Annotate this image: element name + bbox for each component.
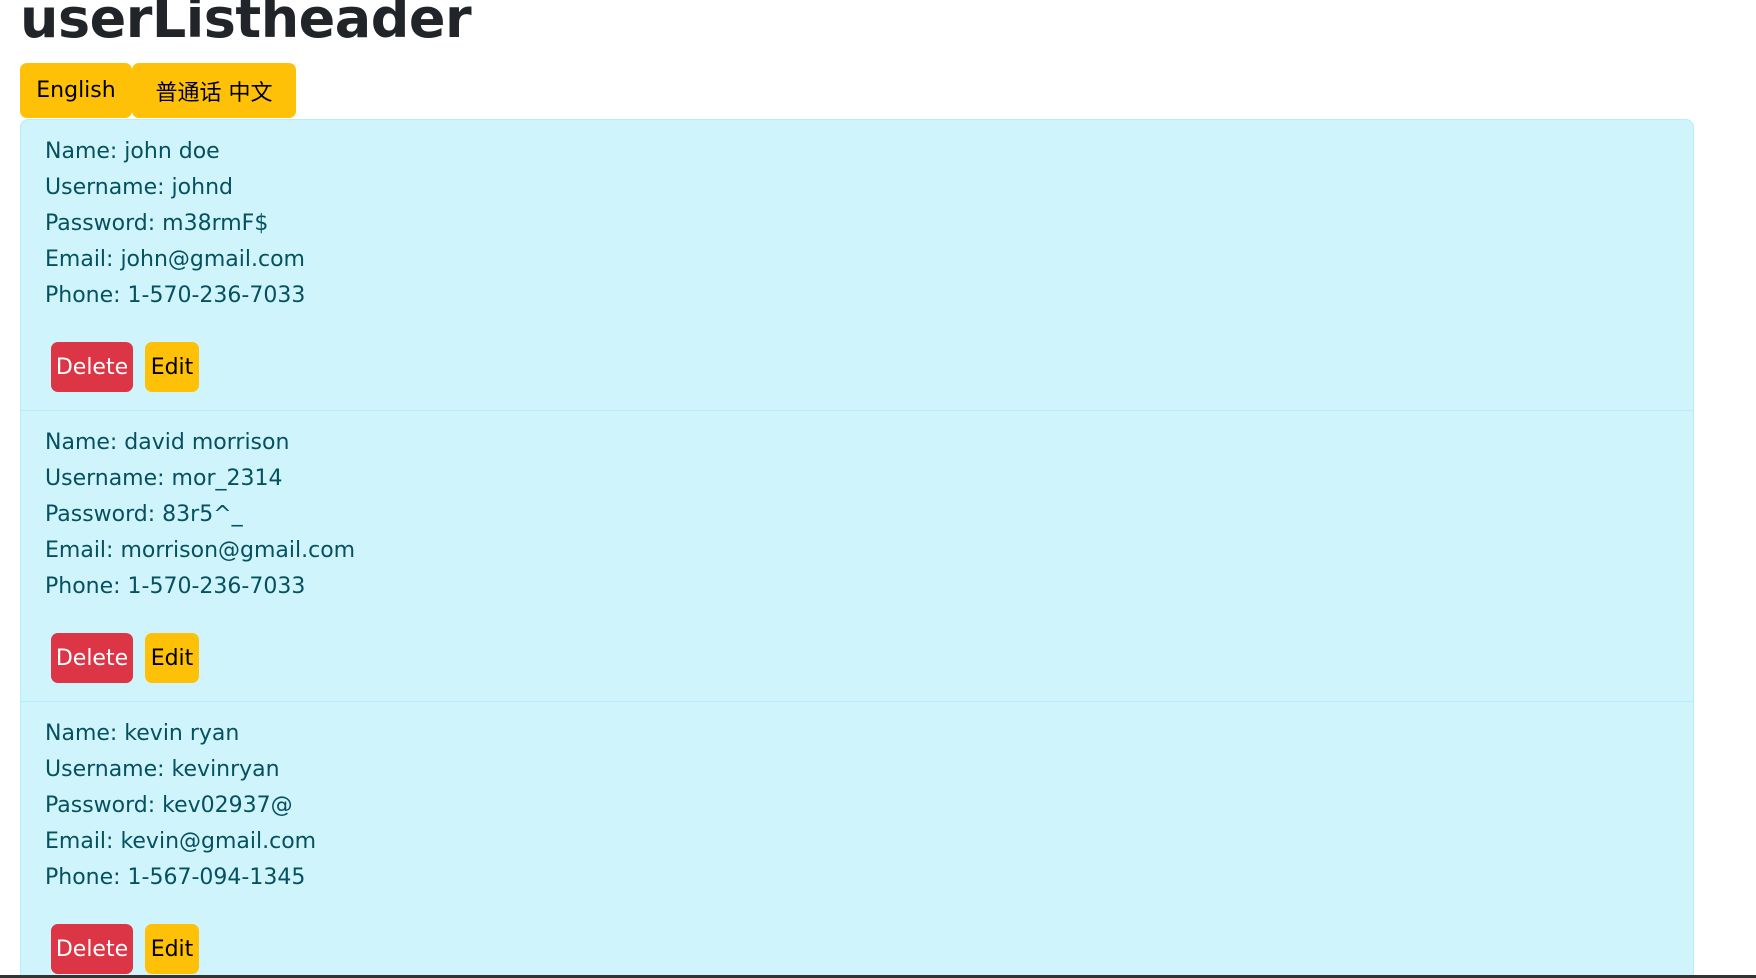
user-email: Email: john@gmail.com: [45, 247, 305, 272]
user-username: Username: johnd: [45, 175, 233, 200]
user-phone: Phone: 1-570-236-7033: [45, 283, 306, 308]
user-password: Password: m38rmF$: [45, 211, 269, 236]
edit-button[interactable]: Edit: [145, 924, 199, 974]
english-language-button[interactable]: English: [20, 63, 132, 118]
user-card: Name: kevin ryan Username: kevinryan Pas…: [21, 702, 1693, 978]
chinese-language-button[interactable]: 普通话 中文: [132, 63, 296, 118]
user-actions: Delete Edit: [51, 924, 199, 974]
user-name: Name: kevin ryan: [45, 721, 240, 746]
user-card: Name: david morrison Username: mor_2314 …: [21, 411, 1693, 702]
user-phone: Phone: 1-570-236-7033: [45, 574, 306, 599]
user-password: Password: kev02937@: [45, 793, 293, 818]
user-list: Name: john doe Username: johnd Password:…: [20, 119, 1694, 978]
user-username: Username: kevinryan: [45, 757, 280, 782]
page: userListheader English 普通话 中文 Name: john…: [0, 0, 1756, 978]
user-email: Email: kevin@gmail.com: [45, 829, 317, 854]
user-password: Password: 83r5^_: [45, 502, 243, 527]
language-switcher: English 普通话 中文: [20, 63, 296, 118]
delete-button[interactable]: Delete: [51, 633, 133, 683]
delete-button[interactable]: Delete: [51, 924, 133, 974]
page-title: userListheader: [20, 0, 472, 50]
delete-button[interactable]: Delete: [51, 342, 133, 392]
user-email: Email: morrison@gmail.com: [45, 538, 356, 563]
user-phone: Phone: 1-567-094-1345: [45, 865, 306, 890]
user-actions: Delete Edit: [51, 342, 199, 392]
user-card: Name: john doe Username: johnd Password:…: [21, 120, 1693, 411]
user-username: Username: mor_2314: [45, 466, 283, 491]
user-name: Name: david morrison: [45, 430, 290, 455]
user-name: Name: john doe: [45, 139, 220, 164]
edit-button[interactable]: Edit: [145, 342, 199, 392]
edit-button[interactable]: Edit: [145, 633, 199, 683]
user-actions: Delete Edit: [51, 633, 199, 683]
